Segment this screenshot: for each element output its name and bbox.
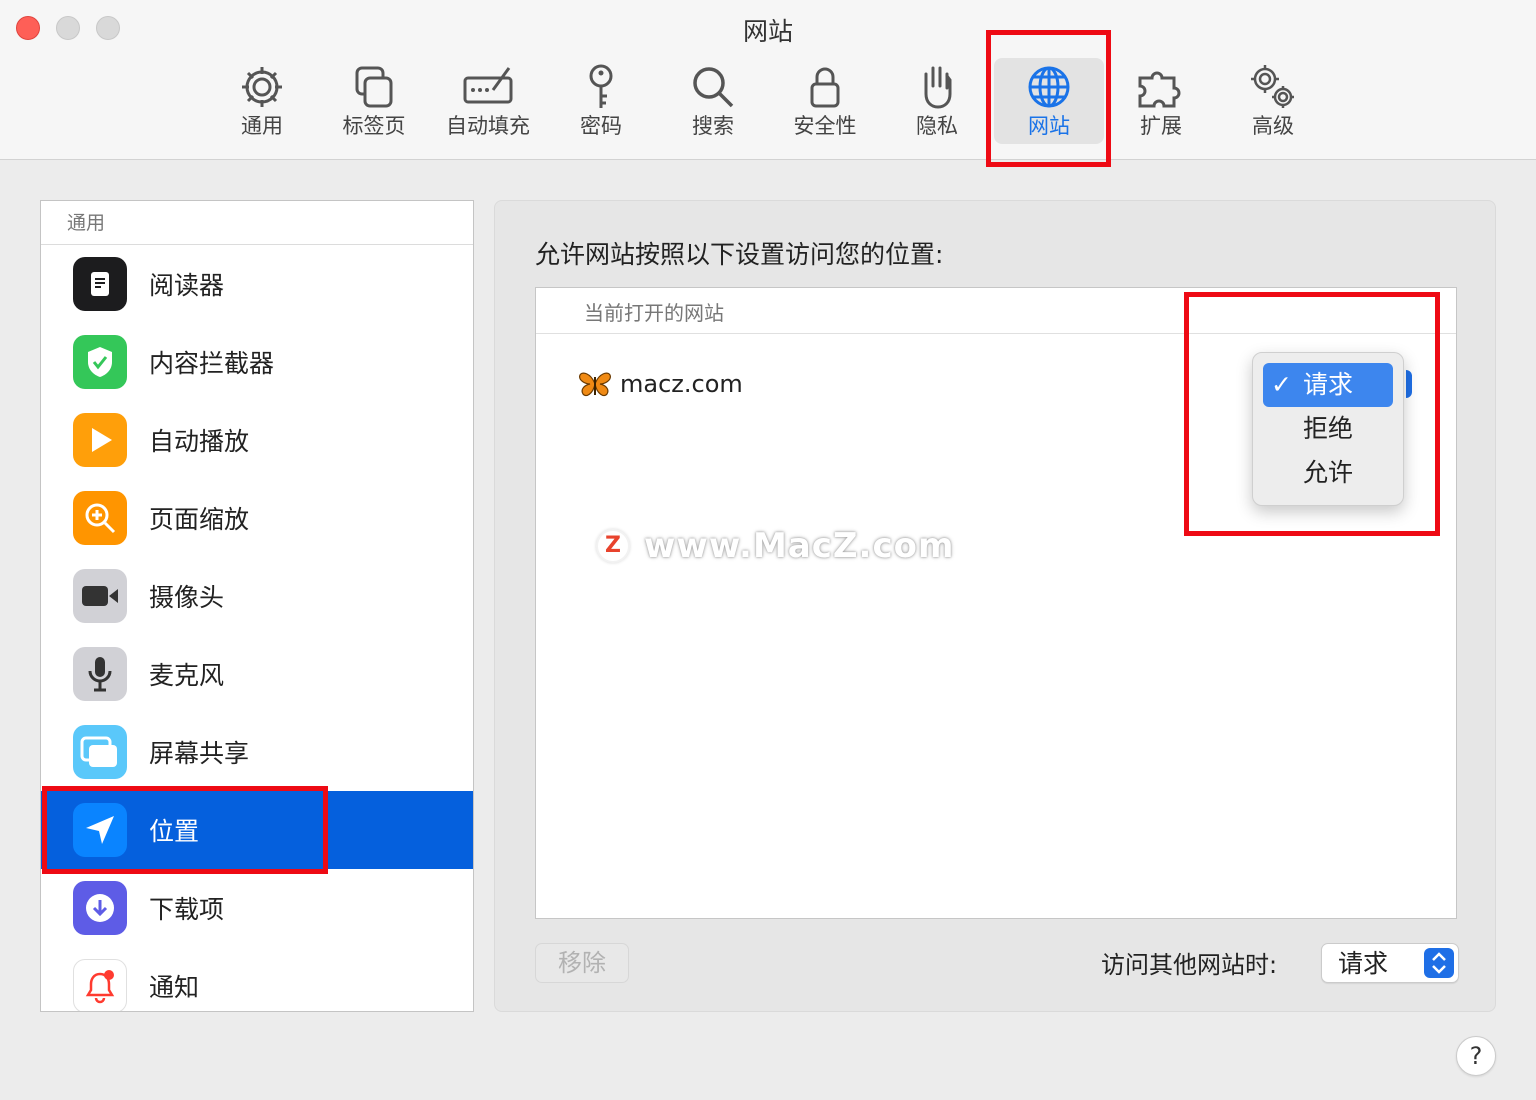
tab-privacy-label: 隐私: [916, 114, 958, 138]
camera-icon: [73, 569, 127, 623]
gears-icon: [1251, 65, 1294, 108]
tab-general-label: 通用: [241, 114, 283, 138]
reader-icon: [73, 257, 127, 311]
butterfly-icon: [579, 372, 611, 397]
checkmark-icon: ✓: [1271, 370, 1292, 399]
chevron-up-down-icon: [1424, 948, 1454, 978]
tab-security[interactable]: 安全性: [770, 58, 880, 144]
menu-option-label: 允许: [1302, 458, 1353, 487]
sidebar-item-label: 位置: [149, 817, 200, 846]
tab-tabs[interactable]: 标签页: [319, 58, 429, 144]
site-permission-popup-edge: [1406, 370, 1412, 398]
screen-share-icon: [73, 725, 127, 779]
gear-icon: [242, 67, 282, 107]
tab-extensions-label: 扩展: [1140, 114, 1182, 138]
watermark: Z www.MacZ.com: [596, 526, 954, 566]
tab-websites-label: 网站: [1028, 114, 1070, 138]
sidebar-item-label: 页面缩放: [149, 505, 250, 534]
download-icon: [73, 881, 127, 935]
sidebar-item-microphone[interactable]: 麦克风: [41, 635, 473, 713]
tab-extensions[interactable]: 扩展: [1106, 58, 1216, 144]
window-title: 网站: [742, 17, 793, 46]
sidebar-item-label: 摄像头: [149, 583, 225, 612]
tab-passwords-label: 密码: [580, 114, 622, 138]
sidebar-item-content-blockers[interactable]: 内容拦截器: [41, 323, 473, 401]
hand-icon: [924, 66, 952, 109]
sidebar-item-label: 下载项: [149, 895, 225, 924]
puzzle-icon: [1138, 71, 1181, 108]
help-button[interactable]: ?: [1456, 1036, 1496, 1076]
remove-button[interactable]: 移除: [535, 943, 629, 983]
zoom-icon: [73, 491, 127, 545]
watermark-logo: Z: [596, 529, 630, 563]
watermark-text: www.MacZ.com: [644, 526, 955, 566]
search-icon: [693, 67, 734, 108]
location-settings-panel: 允许网站按照以下设置访问您的位置: 当前打开的网站 macz.com ✓ 请求 …: [494, 200, 1496, 1012]
sidebar-item-downloads[interactable]: 下载项: [41, 869, 473, 947]
sidebar-item-page-zoom[interactable]: 页面缩放: [41, 479, 473, 557]
panel-caption: 允许网站按照以下设置访问您的位置:: [535, 240, 944, 269]
site-row[interactable]: macz.com: [578, 364, 743, 404]
site-name: macz.com: [620, 370, 743, 398]
tab-privacy[interactable]: 隐私: [882, 58, 992, 144]
key-icon: [589, 64, 613, 108]
sidebar-item-location[interactable]: 位置: [41, 791, 473, 869]
sidebar-item-label: 内容拦截器: [149, 349, 275, 378]
other-sites-select[interactable]: 请求: [1321, 943, 1459, 983]
toolbar: 网站 通用 标签页 自动填充 密码 搜索 安全性 隐私 网站 扩展 高级: [0, 0, 1536, 160]
tab-search-label: 搜索: [692, 114, 734, 138]
site-permission-dropdown-menu: ✓ 请求 拒绝 允许: [1252, 352, 1404, 506]
sidebar-item-reader[interactable]: 阅读器: [41, 245, 473, 323]
sidebar: 通用 阅读器 内容拦截器 自动播放 页面缩放 摄像头 麦克风 屏幕共享 位置 下…: [40, 200, 474, 1012]
microphone-icon: [73, 647, 127, 701]
globe-icon: [1028, 66, 1070, 108]
tab-general[interactable]: 通用: [207, 58, 317, 144]
site-list-header: 当前打开的网站: [536, 288, 1456, 334]
menu-option-allow[interactable]: 允许: [1263, 451, 1393, 495]
shield-check-icon: [73, 335, 127, 389]
sidebar-item-label: 自动播放: [149, 427, 250, 456]
sidebar-item-label: 阅读器: [149, 271, 225, 300]
tab-tabs-label: 标签页: [342, 114, 406, 138]
location-arrow-icon: [73, 803, 127, 857]
sidebar-item-autoplay[interactable]: 自动播放: [41, 401, 473, 479]
sidebar-item-notifications[interactable]: 通知: [41, 947, 473, 1011]
tab-advanced-label: 高级: [1252, 114, 1294, 138]
tab-websites[interactable]: 网站: [994, 58, 1104, 144]
tab-security-label: 安全性: [793, 114, 857, 138]
tab-passwords[interactable]: 密码: [546, 58, 656, 144]
menu-option-label: 请求: [1302, 370, 1353, 399]
other-sites-label: 访问其他网站时:: [1101, 951, 1278, 979]
sidebar-header: 通用: [41, 201, 473, 245]
menu-option-label: 拒绝: [1302, 414, 1353, 443]
menu-option-ask[interactable]: ✓ 请求: [1263, 363, 1393, 407]
play-icon: [73, 413, 127, 467]
tabs-icon: [355, 66, 393, 108]
site-list: 当前打开的网站 macz.com ✓ 请求 拒绝 允许 Z www.MacZ.c…: [535, 287, 1457, 919]
tab-advanced[interactable]: 高级: [1218, 58, 1328, 144]
sidebar-item-label: 屏幕共享: [149, 739, 250, 768]
autofill-icon: [463, 67, 513, 104]
sidebar-item-label: 通知: [149, 973, 200, 1002]
preferences-window: 网站 通用 标签页 自动填充 密码 搜索 安全性 隐私 网站 扩展 高级 通用 …: [0, 0, 1536, 1100]
other-sites-value: 请求: [1338, 949, 1389, 978]
tab-search[interactable]: 搜索: [658, 58, 768, 144]
sidebar-item-screen-sharing[interactable]: 屏幕共享: [41, 713, 473, 791]
tab-autofill[interactable]: 自动填充: [433, 58, 543, 144]
menu-option-deny[interactable]: 拒绝: [1263, 407, 1393, 451]
sidebar-item-camera[interactable]: 摄像头: [41, 557, 473, 635]
bell-icon: [73, 959, 127, 1011]
lock-icon: [810, 67, 840, 108]
tab-autofill-label: 自动填充: [446, 114, 530, 138]
sidebar-item-label: 麦克风: [149, 661, 225, 690]
